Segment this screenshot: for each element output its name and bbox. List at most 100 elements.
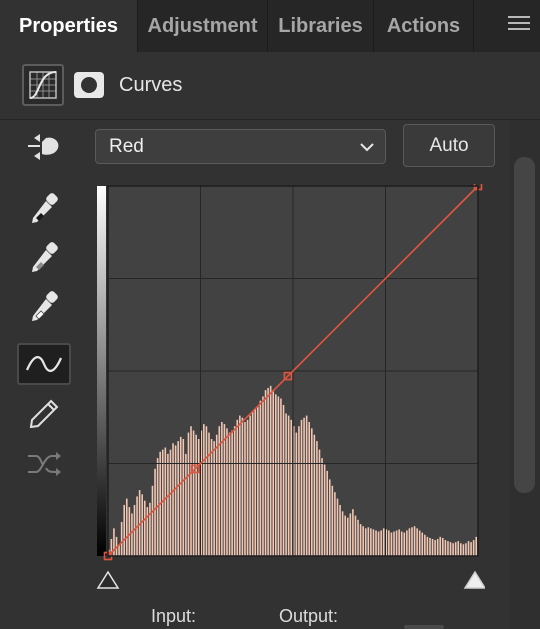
histogram-bar [182,438,185,556]
histogram-bar [457,541,460,556]
histogram-bar [354,515,357,556]
tab-adjustment[interactable]: Adjustment [138,0,268,52]
histogram-bar [472,540,475,556]
histogram-bar [321,458,323,556]
histogram-bar [113,528,115,556]
histogram-bar [454,542,457,556]
histogram-bar [426,536,429,556]
scrollbar-thumb[interactable] [514,157,535,493]
histogram-bar [316,441,318,557]
output-label: Output: [279,606,339,626]
histogram-bar [192,430,195,556]
white-point-eyedropper-icon[interactable] [17,287,71,329]
histogram-bar [418,530,421,556]
histogram-bar [254,409,257,556]
histogram-bar [215,434,218,556]
curves-adjustment-icon[interactable] [22,64,64,106]
histogram-bar [275,394,277,556]
adjustment-title: Curves [119,74,183,96]
histogram-bar [318,449,321,557]
histogram-bar [272,390,275,556]
auto-button[interactable]: Auto [403,124,495,167]
tab-actions[interactable]: Actions [374,0,474,52]
histogram-bar [259,400,262,556]
histogram-bar [444,540,447,556]
histogram-bar [251,411,254,556]
histogram-bar [346,517,349,556]
edit-points-curve-icon[interactable] [17,343,71,385]
histogram-bar [372,529,375,556]
histogram-bar [210,438,213,556]
bottom-field-stub [404,625,444,629]
histogram-bar [313,434,316,556]
histogram-bar [203,424,205,556]
histogram-bar [334,492,336,557]
tab-properties[interactable]: Properties [0,0,138,52]
tab-libraries[interactable]: Libraries [268,0,374,52]
histogram-bar [167,453,169,556]
histogram-bar [143,500,146,557]
histogram-bar [277,396,280,556]
histogram-bar [185,453,187,556]
on-image-adjust-icon[interactable] [17,126,71,168]
histogram-bar [398,529,400,556]
histogram-bar [305,415,308,556]
channel-select[interactable]: Red [95,129,386,164]
histogram-bar [431,538,434,556]
smooth-curve-icon[interactable] [17,443,71,485]
histogram-bar [357,519,359,556]
white-point-slider[interactable] [463,570,485,589]
histogram-bar [298,426,300,556]
histogram-bar [367,527,370,556]
histogram-bar [403,532,406,556]
histogram-bar [300,419,303,556]
histogram-bar [239,415,241,556]
histogram-bar [424,534,426,557]
histogram-bar [154,468,156,556]
histogram-bar [362,526,364,556]
histogram-bar [269,385,272,556]
black-point-eyedropper-icon[interactable] [17,189,71,231]
hamburger-menu-icon[interactable] [508,16,530,34]
histogram-bar [120,521,123,556]
histogram-bar [328,479,331,556]
histogram-bar [264,390,267,556]
histogram-bar [195,434,197,556]
histogram-bar [236,419,239,556]
histogram-bar [246,419,249,556]
histogram-bar [131,513,133,556]
histogram-bar [388,530,390,556]
histogram-bar [460,543,462,557]
draw-curve-pencil-icon[interactable] [17,393,71,435]
histogram-bar [267,387,269,556]
histogram-bar [118,545,120,556]
histogram-bar [323,464,326,556]
histogram-bar [231,430,233,556]
layer-mask-icon[interactable] [74,72,104,98]
histogram-bar [241,417,244,556]
histogram-bar [303,417,305,556]
histogram-bar [228,432,231,556]
histogram-bar [172,443,174,556]
header-divider [0,119,540,120]
black-point-slider[interactable] [96,570,120,589]
histogram-bar [285,413,287,556]
gray-point-eyedropper-icon[interactable] [17,238,71,280]
histogram-bar [190,426,192,556]
curve-graph[interactable] [95,184,485,564]
histogram-bar [413,526,416,556]
histogram-bar [223,424,226,556]
histogram-bar [400,531,403,556]
histogram-bar [436,538,439,556]
panel-tab-bar: Properties Adjustment Libraries Actions [0,0,540,52]
histogram-bar [326,470,328,556]
histogram-bar [179,436,182,556]
histogram-bar [393,531,395,556]
histogram-bar [344,515,346,556]
histogram-bar [429,537,431,556]
histogram-bar [421,532,424,556]
histogram-bar [128,507,131,556]
histogram-bar [177,441,179,557]
histogram-bar [149,502,151,556]
histogram-bar [287,415,290,556]
